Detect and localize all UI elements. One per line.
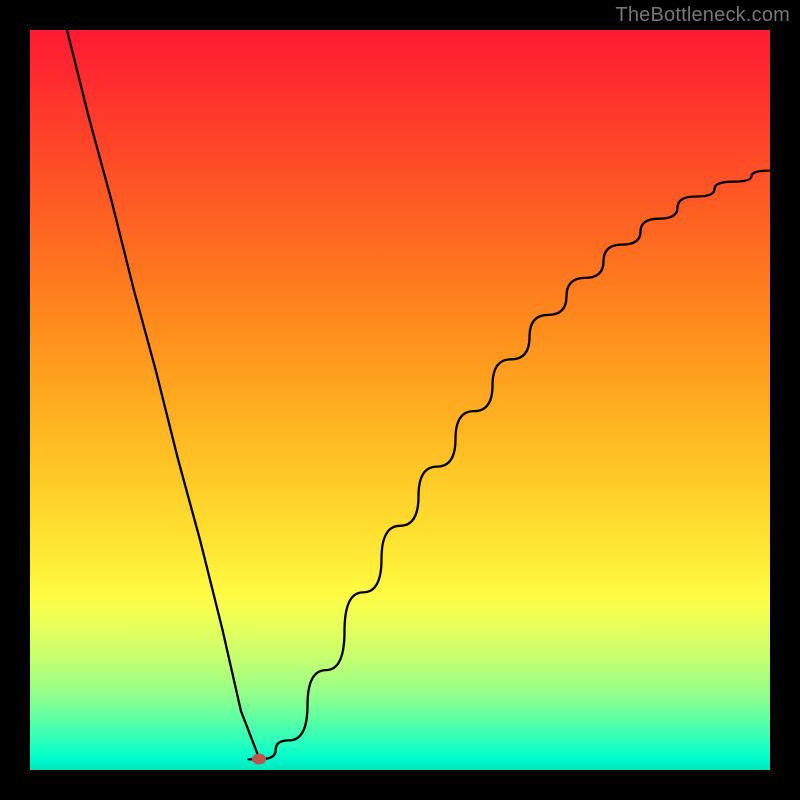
plot-area [30,30,770,770]
chart-frame: TheBottleneck.com [0,0,800,800]
bottleneck-curve [67,30,770,759]
minimum-marker [252,753,266,764]
watermark-text: TheBottleneck.com [615,4,790,27]
curve-svg [30,30,770,770]
